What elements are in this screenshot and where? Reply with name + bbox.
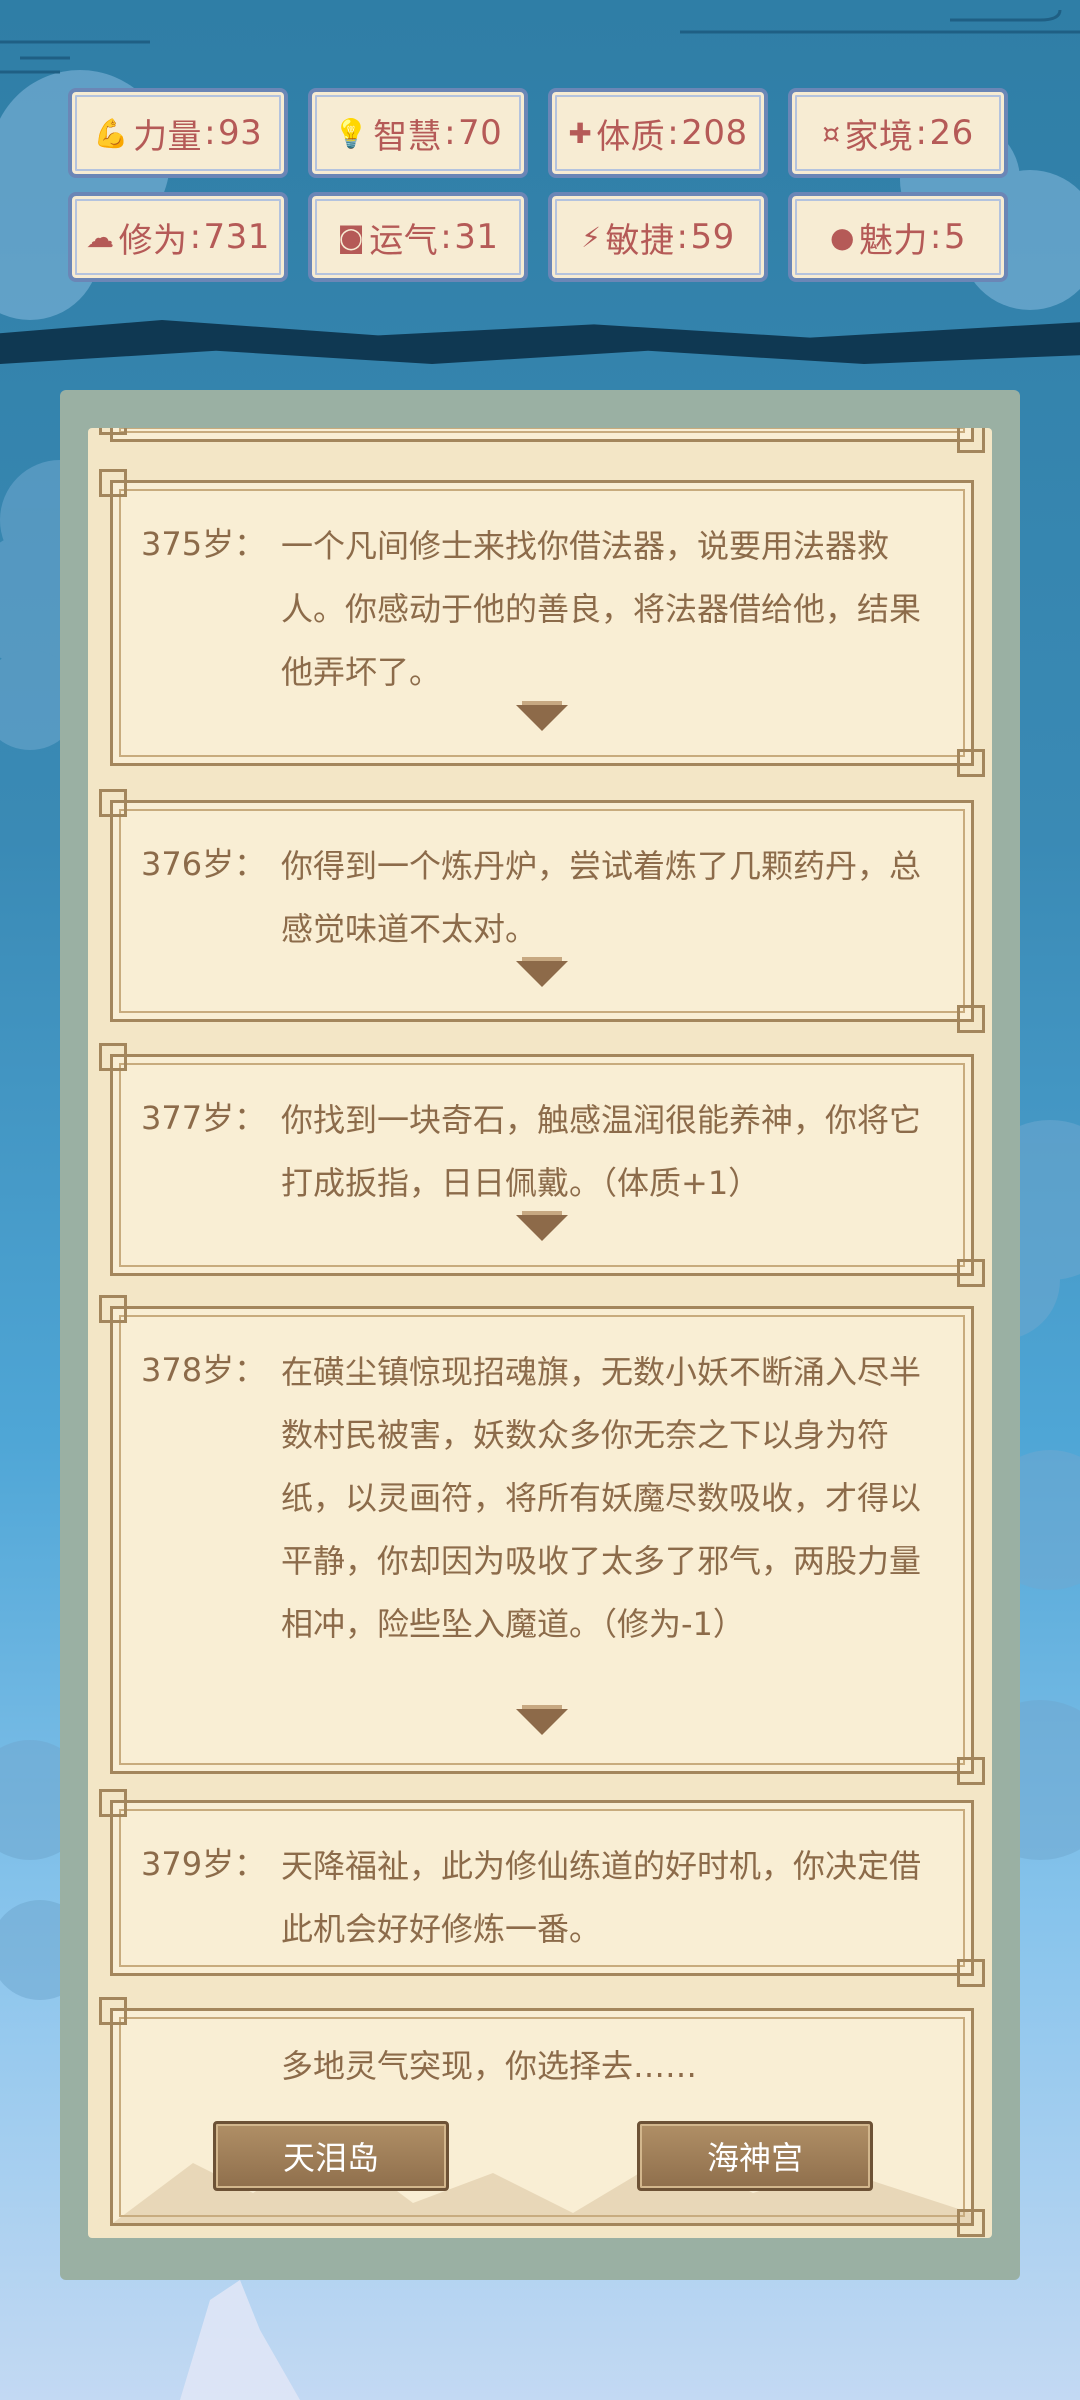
charm-icon: ● (829, 220, 855, 254)
choice-prompt: 多地灵气突现，你选择去…… (281, 2047, 698, 2085)
heart-icon: ✚ (568, 116, 593, 150)
stat-value: 208 (681, 113, 748, 153)
stat-separator: : (204, 113, 217, 153)
stat-label: 智慧 (373, 116, 443, 157)
choice-card: 多地灵气突现，你选择去…… 天泪岛 海神宫 (99, 1997, 985, 2237)
stat-value: 93 (218, 113, 263, 153)
stat-5: ☁ 修为:731 (68, 192, 288, 282)
stat-label: 家境 (844, 116, 914, 157)
stat-separator: : (444, 113, 457, 153)
muscle-icon: 💪 (93, 116, 130, 150)
event-text: 天降福祉，此为修仙练道的好时机，你决定借此机会好好修炼一番。 (281, 1847, 922, 1948)
bulb-icon: 💡 (333, 116, 370, 150)
event-age: 378岁： (141, 1351, 267, 1389)
expand-triangle-icon[interactable] (516, 1705, 568, 1735)
cloud-icon: ☁ (86, 220, 115, 254)
event-text: 一个凡间修士来找你借法器，说要用法器救人。你感动于他的善良，将法器借给他，结果他… (281, 527, 922, 691)
stat-value: 5 (943, 217, 967, 257)
stat-label: 魅力 (858, 220, 928, 261)
event-text: 在磺尘镇惊现招魂旗，无数小妖不断涌入尽半数村民被害，妖数众多你无奈之下以身为符纸… (281, 1353, 922, 1643)
event-card: 375岁： 一个凡间修士来找你借法器，说要用法器救人。你感动于他的善良，将法器借… (99, 469, 985, 777)
event-age: 379岁： (141, 1845, 267, 1883)
event-age: 377岁： (141, 1099, 267, 1137)
stat-label: 力量 (133, 116, 203, 157)
story-panel: 375岁： 一个凡间修士来找你借法器，说要用法器救人。你感动于他的善良，将法器借… (88, 428, 992, 2238)
expand-triangle-icon[interactable] (516, 957, 568, 987)
stat-6: ◙ 运气:31 (308, 192, 528, 282)
choice-button-tianleidao[interactable]: 天泪岛 (213, 2121, 449, 2191)
stat-separator: : (676, 217, 689, 257)
stat-7: ⚡ 敏捷:59 (548, 192, 768, 282)
stat-8: ● 魅力:5 (788, 192, 1008, 282)
event-text: 你得到一个炼丹炉，尝试着炼了几颗药丹，总感觉味道不太对。 (281, 847, 922, 948)
stat-1: 💪 力量:93 (68, 88, 288, 178)
stat-separator: : (915, 113, 928, 153)
expand-triangle-icon[interactable] (516, 701, 568, 731)
decorative-band (0, 320, 1080, 364)
stat-value: 59 (690, 217, 735, 257)
stat-label: 体质 (596, 116, 666, 157)
event-card: 378岁： 在磺尘镇惊现招魂旗，无数小妖不断涌入尽半数村民被害，妖数众多你无奈之… (99, 1295, 985, 1785)
stat-value: 26 (929, 113, 974, 153)
stat-separator: : (667, 113, 680, 153)
previous-event-card-edge (99, 428, 985, 453)
stat-2: 💡 智慧:70 (308, 88, 528, 178)
event-text: 你找到一块奇石，触感温润很能养神，你将它打成扳指，日日佩戴。（体质+1） (281, 1101, 922, 1202)
stat-separator: : (189, 217, 202, 257)
stat-label: 敏捷 (605, 220, 675, 261)
stat-value: 731 (203, 217, 270, 257)
stat-value: 70 (458, 113, 503, 153)
bolt-icon: ⚡ (581, 220, 602, 254)
event-card: 376岁： 你得到一个炼丹炉，尝试着炼了几颗药丹，总感觉味道不太对。 (99, 789, 985, 1033)
coin-icon: ¤ (822, 116, 841, 150)
stat-4: ¤ 家境:26 (788, 88, 1008, 178)
clover-icon: ◙ (337, 220, 366, 254)
stat-label: 运气 (369, 220, 439, 261)
stat-separator: : (929, 217, 942, 257)
event-card: 379岁： 天降福祉，此为修仙练道的好时机，你决定借此机会好好修炼一番。 (99, 1789, 985, 1987)
event-age: 376岁： (141, 845, 267, 883)
stat-value: 31 (454, 217, 499, 257)
event-card: 377岁： 你找到一块奇石，触感温润很能养神，你将它打成扳指，日日佩戴。（体质+… (99, 1043, 985, 1287)
stat-label: 修为 (118, 220, 188, 261)
choice-button-haishengong[interactable]: 海神宫 (637, 2121, 873, 2191)
stat-separator: : (440, 217, 453, 257)
expand-triangle-icon[interactable] (516, 1211, 568, 1241)
event-age: 375岁： (141, 525, 267, 563)
stat-3: ✚ 体质:208 (548, 88, 768, 178)
